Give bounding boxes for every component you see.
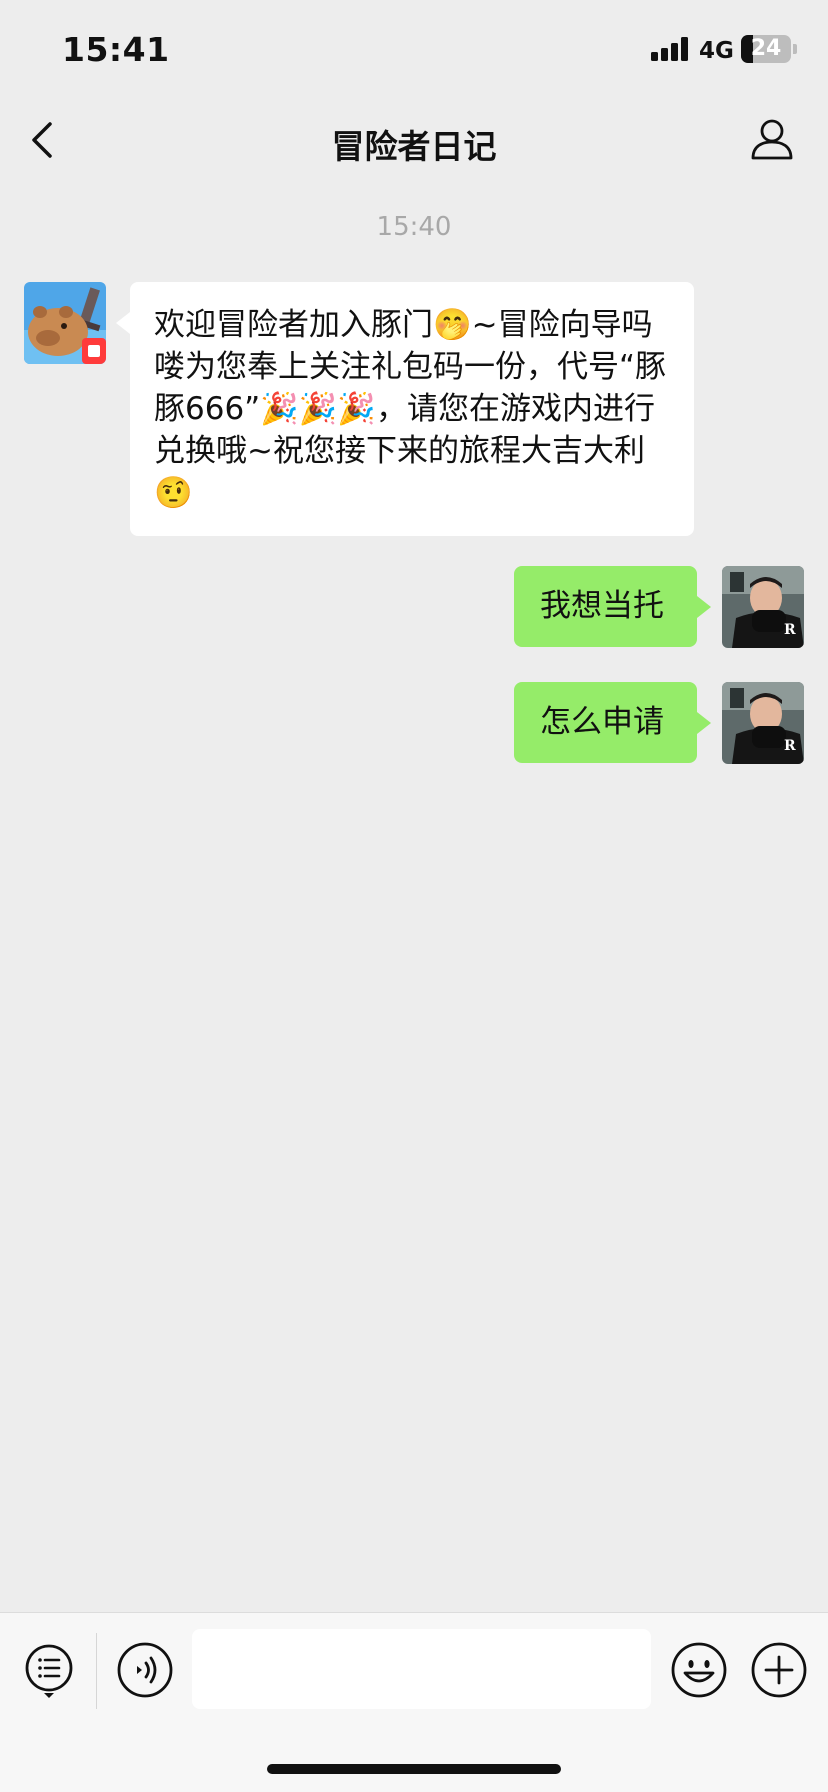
home-indicator[interactable]: [267, 1764, 561, 1774]
message-text: 怎么申请: [540, 704, 664, 740]
status-bar: 15:41 4G 24: [0, 0, 828, 100]
sent-message-bubble[interactable]: 我想当托: [514, 566, 711, 647]
network-type: 4G: [699, 38, 734, 64]
smiley-icon[interactable]: [670, 1641, 728, 1699]
message-input[interactable]: [192, 1629, 651, 1709]
voice-icon[interactable]: [116, 1641, 174, 1699]
chat-title: 冒险者日记: [331, 127, 497, 166]
user-avatar[interactable]: R: [722, 566, 804, 648]
plus-icon[interactable]: [750, 1641, 808, 1699]
person-icon[interactable]: [750, 116, 794, 162]
svg-text:R: R: [784, 738, 796, 754]
received-message-bubble[interactable]: 欢迎冒险者加入豚门🤭~冒险向导吗喽为您奉上关注礼包码一份，代号“豚豚666”🎉🎉…: [116, 282, 694, 536]
message-text: 欢迎冒险者加入豚门🤭~冒险向导吗喽为您奉上关注礼包码一份，代号“豚豚666”🎉🎉…: [154, 307, 667, 511]
sent-message-bubble[interactable]: 怎么申请: [514, 682, 711, 763]
input-bar-divider: [96, 1633, 97, 1709]
message-text: 我想当托: [540, 588, 664, 624]
signal-strength-icon: [651, 37, 691, 61]
status-time: 15:41: [62, 30, 170, 69]
user-avatar[interactable]: R: [722, 682, 804, 764]
svg-text:R: R: [784, 622, 796, 638]
battery-tip: [793, 44, 797, 54]
message-timestamp: 15:40: [376, 212, 452, 242]
battery-icon: 24: [741, 35, 791, 63]
battery-level: 24: [750, 36, 782, 61]
chat-header: 冒险者日记: [0, 100, 828, 180]
list-menu-icon[interactable]: [20, 1641, 78, 1699]
official-account-avatar[interactable]: [24, 282, 106, 364]
